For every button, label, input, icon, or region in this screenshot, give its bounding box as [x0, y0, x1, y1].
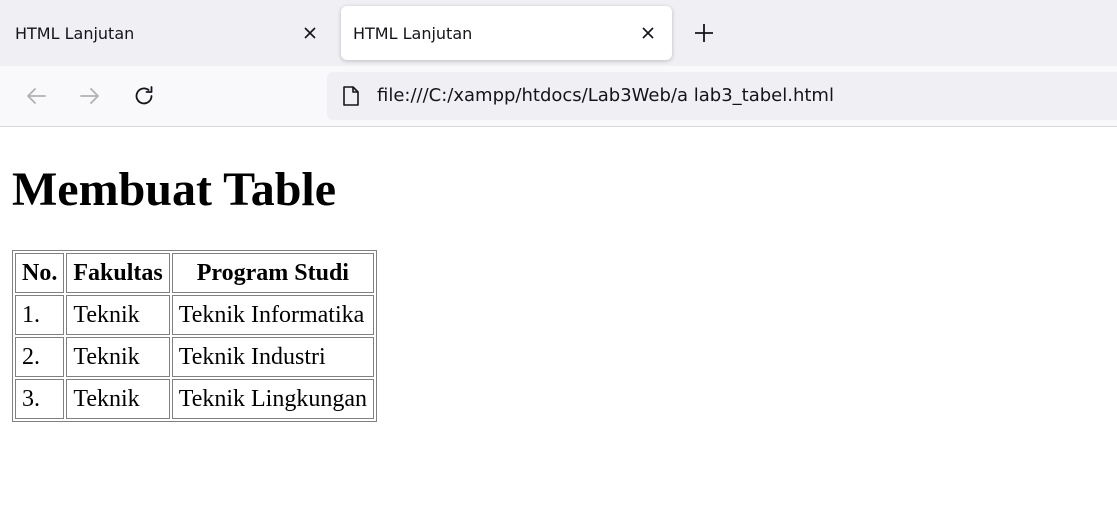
table-cell: Teknik [66, 379, 170, 419]
table-cell: Teknik [66, 295, 170, 335]
tab-title: HTML Lanjutan [353, 23, 473, 43]
page-heading: Membuat Table [12, 163, 337, 216]
reload-icon[interactable] [131, 83, 157, 109]
navigation-bar: file:///C:/xampp/htdocs/Lab3Web/a lab3_t… [0, 66, 1117, 127]
table-cell: Teknik [66, 337, 170, 377]
table-cell: 3. [15, 379, 65, 419]
tab-title: HTML Lanjutan [15, 23, 135, 43]
tab-active[interactable]: HTML Lanjutan [341, 6, 672, 60]
back-arrow-icon[interactable] [23, 83, 49, 109]
table-header-row: No. Fakultas Program Studi [15, 253, 374, 293]
url-text[interactable]: file:///C:/xampp/htdocs/Lab3Web/a lab3_t… [377, 85, 834, 106]
table-cell: 2. [15, 337, 65, 377]
table-cell: Teknik Lingkungan [171, 379, 374, 419]
page-content: Membuat Table No. Fakultas Program Studi… [0, 162, 1117, 422]
close-icon[interactable] [638, 23, 658, 43]
url-bar[interactable]: file:///C:/xampp/htdocs/Lab3Web/a lab3_t… [327, 72, 1117, 120]
tab-strip: HTML Lanjutan HTML Lanjutan [0, 0, 1117, 66]
data-table: No. Fakultas Program Studi 1. Teknik Tek… [12, 250, 377, 422]
table-row: 1. Teknik Teknik Informatika [15, 295, 374, 335]
table-cell: Teknik Industri [171, 337, 374, 377]
table-cell: Teknik Informatika [171, 295, 374, 335]
close-icon[interactable] [300, 23, 320, 43]
forward-arrow-icon[interactable] [77, 83, 103, 109]
column-header-program-studi: Program Studi [171, 253, 374, 293]
tab-inactive[interactable]: HTML Lanjutan [0, 6, 334, 60]
table-cell: 1. [15, 295, 65, 335]
column-header-fakultas: Fakultas [66, 253, 170, 293]
column-header-no: No. [15, 253, 65, 293]
table-row: 3. Teknik Teknik Lingkungan [15, 379, 374, 419]
plus-icon[interactable] [692, 21, 716, 45]
table-row: 2. Teknik Teknik Industri [15, 337, 374, 377]
page-icon [343, 86, 359, 106]
